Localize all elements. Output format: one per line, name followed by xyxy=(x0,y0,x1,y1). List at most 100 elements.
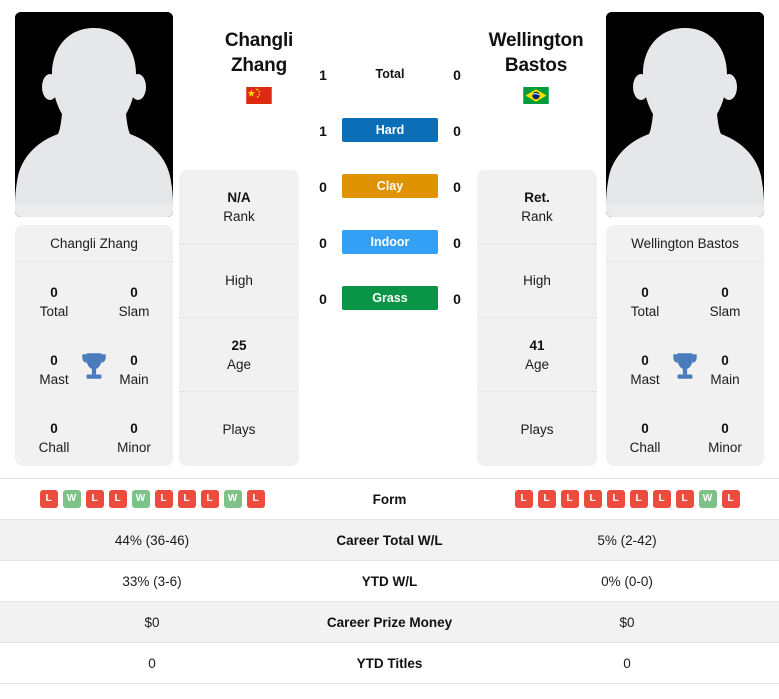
title-label: Mast xyxy=(630,372,660,387)
h2h-left-score-2: 0 xyxy=(319,179,327,195)
title-label: Mast xyxy=(39,372,69,387)
form-badge-loss[interactable]: L xyxy=(154,490,173,508)
title-cell-slam-right: 0 Slam xyxy=(694,284,756,321)
info-rank-left: N/A Rank xyxy=(179,170,299,244)
age-label: Age xyxy=(226,356,252,372)
rank-label: Rank xyxy=(521,208,553,224)
trophy-icon xyxy=(673,353,697,379)
br-flag-icon xyxy=(523,87,549,104)
career-total-wl-left: 44% (36-46) xyxy=(0,519,304,561)
ytd-titles-right: 0 xyxy=(475,642,779,684)
career-prize-money-left: $0 xyxy=(0,601,304,643)
player-first-name-left: Changli xyxy=(224,30,294,51)
player-titles-card-left: Changli Zhang 0 Total 0 Slam 0 Mast 0 Ma… xyxy=(15,225,173,466)
cn-flag-icon xyxy=(246,87,272,104)
form-badge-loss[interactable]: L xyxy=(85,490,104,508)
form-cell-left: LWLLWLLLWL xyxy=(0,478,304,520)
h2h-surface-pill-clay[interactable]: Clay xyxy=(342,174,438,198)
player-info-card-right: Ret. Rank High 41 Age Plays xyxy=(477,170,597,466)
form-badge-loss[interactable]: L xyxy=(177,490,196,508)
title-cell-mast-left: 0 Mast xyxy=(23,352,85,389)
h2h-surface-pill-indoor[interactable]: Indoor xyxy=(342,230,438,254)
title-cell-mast-right: 0 Mast xyxy=(614,352,676,389)
h2h-left-score-3: 0 xyxy=(319,235,327,251)
form-strip-right: LLLLLLLLWL xyxy=(475,490,779,508)
h2h-row-total: 1 Total 0 xyxy=(300,62,480,118)
form-badge-loss[interactable]: L xyxy=(537,490,556,508)
titles-card-player-name-right: Wellington Bastos xyxy=(606,225,764,262)
rank-value: N/A xyxy=(227,189,251,205)
title-value: 0 xyxy=(641,285,649,300)
row-label-career-total-wl: Career Total W/L xyxy=(304,519,475,561)
form-badge-win[interactable]: W xyxy=(62,490,81,508)
h2h-row-grass[interactable]: 0 Grass 0 xyxy=(300,286,480,342)
form-badge-loss[interactable]: L xyxy=(200,490,219,508)
career-total-wl-right: 5% (2-42) xyxy=(475,519,779,561)
h2h-row-hard[interactable]: 1 Hard 0 xyxy=(300,118,480,174)
title-value: 0 xyxy=(50,421,58,436)
info-plays-right: Plays xyxy=(477,392,597,466)
table-row-career-prize-money: $0 Career Prize Money $0 xyxy=(0,601,779,643)
info-high-left: High xyxy=(179,244,299,318)
title-label: Minor xyxy=(708,440,742,455)
row-label-form: Form xyxy=(304,478,475,520)
rank-label: Rank xyxy=(223,208,255,224)
plays-label: Plays xyxy=(222,421,256,437)
titles-grid-right: 0 Total 0 Slam 0 Mast 0 Main 0 Chall 0 M… xyxy=(606,262,764,466)
high-label: High xyxy=(523,273,551,288)
h2h-right-score-3: 0 xyxy=(453,235,461,251)
form-badge-loss[interactable]: L xyxy=(246,490,265,508)
career-prize-money-right: $0 xyxy=(475,601,779,643)
form-badge-loss[interactable]: L xyxy=(560,490,579,508)
info-plays-left: Plays xyxy=(179,392,299,466)
title-value: 0 xyxy=(130,421,138,436)
ytd-titles-left: 0 xyxy=(0,642,304,684)
h2h-right-score-4: 0 xyxy=(453,291,461,307)
form-strip-left: LWLLWLLLWL xyxy=(0,490,304,508)
row-label-ytd-wl: YTD W/L xyxy=(304,560,475,602)
ytd-wl-right: 0% (0-0) xyxy=(475,560,779,602)
title-cell-minor-left: 0 Minor xyxy=(103,420,165,457)
trophy-icon xyxy=(82,353,106,379)
info-high-right: High xyxy=(477,244,597,318)
form-badge-loss[interactable]: L xyxy=(652,490,671,508)
form-badge-loss[interactable]: L xyxy=(583,490,602,508)
title-label: Chall xyxy=(38,440,70,455)
age-value: 25 xyxy=(231,337,247,353)
h2h-row-clay[interactable]: 0 Clay 0 xyxy=(300,174,480,230)
form-badge-loss[interactable]: L xyxy=(39,490,58,508)
avatar-silhouette-icon xyxy=(15,12,173,217)
player-titles-card-right: Wellington Bastos 0 Total 0 Slam 0 Mast … xyxy=(606,225,764,466)
title-value: 0 xyxy=(721,353,729,368)
form-badge-loss[interactable]: L xyxy=(675,490,694,508)
title-value: 0 xyxy=(721,421,729,436)
title-cell-main-right: 0 Main xyxy=(694,352,756,389)
form-badge-loss[interactable]: L xyxy=(721,490,740,508)
h2h-surface-pill-grass[interactable]: Grass xyxy=(342,286,438,310)
titles-grid-left: 0 Total 0 Slam 0 Mast 0 Main 0 Chall 0 M… xyxy=(15,262,173,466)
table-row-ytd-titles: 0 YTD Titles 0 xyxy=(0,642,779,684)
h2h-left-score-0: 1 xyxy=(319,67,327,83)
title-label: Chall xyxy=(629,440,661,455)
title-cell-chall-right: 0 Chall xyxy=(614,420,676,457)
h2h-surface-pill-hard[interactable]: Hard xyxy=(342,118,438,142)
form-badge-loss[interactable]: L xyxy=(108,490,127,508)
form-badge-loss[interactable]: L xyxy=(606,490,625,508)
player-name-block-right: Wellington Bastos xyxy=(457,28,615,104)
title-label: Minor xyxy=(117,440,151,455)
form-badge-win[interactable]: W xyxy=(223,490,242,508)
cn-flag-svg xyxy=(246,87,272,104)
title-label: Main xyxy=(710,372,740,387)
form-badge-win[interactable]: W xyxy=(131,490,150,508)
title-label: Main xyxy=(119,372,149,387)
form-badge-loss[interactable]: L xyxy=(629,490,648,508)
title-cell-main-left: 0 Main xyxy=(103,352,165,389)
form-badge-win[interactable]: W xyxy=(698,490,717,508)
title-label: Slam xyxy=(709,304,741,319)
title-value: 0 xyxy=(641,353,649,368)
form-cell-right: LLLLLLLLWL xyxy=(475,478,779,520)
form-badge-loss[interactable]: L xyxy=(514,490,533,508)
rank-value: Ret. xyxy=(524,189,550,205)
h2h-row-indoor[interactable]: 0 Indoor 0 xyxy=(300,230,480,286)
title-value: 0 xyxy=(721,285,729,300)
